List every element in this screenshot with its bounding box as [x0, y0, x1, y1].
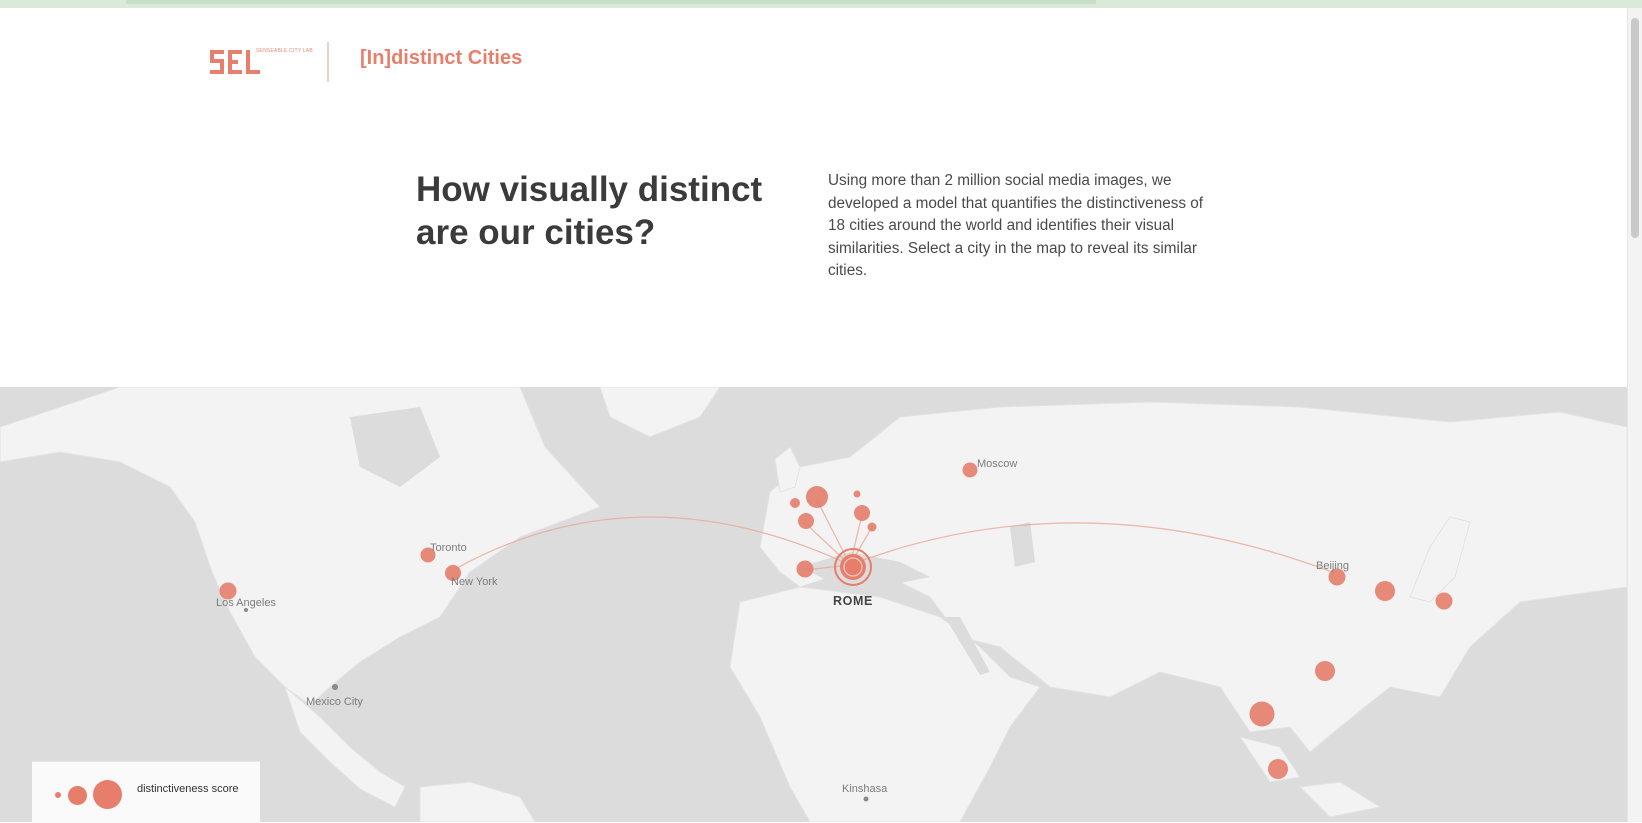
- header-divider: [327, 42, 329, 82]
- mexico-city-dot: [332, 684, 338, 690]
- logo-subtext: SENSEABLE CITY LAB: [256, 48, 313, 54]
- city-bubble-moscow[interactable]: [962, 462, 978, 478]
- kinshasa-dot: [863, 796, 869, 802]
- city-bubble-barcelona[interactable]: [796, 560, 814, 578]
- world-map[interactable]: Moscow Toronto New York Los Angeles Mexi…: [0, 387, 1627, 822]
- label-selected-city: ROME: [833, 594, 873, 608]
- page-headline: How visually distinct are our cities?: [416, 170, 763, 252]
- label-moscow: Moscow: [977, 458, 1017, 470]
- label-kinshasa: Kinshasa: [842, 783, 888, 795]
- city-bubble-seoul[interactable]: [1375, 581, 1395, 601]
- city-bubble-tokyo[interactable]: [1435, 592, 1453, 610]
- legend-dot-medium: [68, 786, 87, 805]
- legend-label: distinctiveness score: [137, 783, 239, 795]
- north-america-land: [0, 387, 601, 706]
- city-bubble-copenhagen[interactable]: [853, 490, 861, 498]
- greenland-land: [599, 387, 721, 438]
- city-bubble-vienna[interactable]: [867, 522, 877, 532]
- city-bubble-bangkok[interactable]: [1249, 701, 1275, 727]
- label-beijing: Beijing: [1316, 560, 1349, 572]
- city-bubble-berlin[interactable]: [854, 505, 870, 521]
- browser-progress-strip: [0, 0, 1642, 8]
- city-bubble-hong-kong[interactable]: [1315, 661, 1335, 681]
- label-los-angeles: Los Angeles: [216, 597, 276, 609]
- city-bubble-paris[interactable]: [798, 513, 814, 529]
- scrollbar-thumb[interactable]: [1631, 18, 1639, 238]
- legend-dot-large: [93, 780, 122, 809]
- page-scrollbar[interactable]: [1627, 8, 1642, 822]
- label-mexico-city: Mexico City: [306, 696, 363, 708]
- progress-bar: [126, 0, 1096, 4]
- south-america-land: [419, 781, 536, 822]
- city-bubble-amsterdam[interactable]: [790, 498, 800, 508]
- map-canvas: Moscow Toronto New York Los Angeles Mexi…: [0, 387, 1627, 822]
- legend-dot-small: [55, 792, 61, 798]
- city-bubble-singapore[interactable]: [1268, 759, 1288, 779]
- selected-city-rome[interactable]: [834, 548, 872, 586]
- label-new-york: New York: [451, 576, 498, 588]
- label-toronto: Toronto: [430, 542, 467, 554]
- city-bubble-london[interactable]: [806, 486, 828, 508]
- site-title[interactable]: [In]distinct Cities: [360, 47, 522, 70]
- intro-description: Using more than 2 million social media i…: [828, 172, 1204, 280]
- map-legend: distinctiveness score: [32, 761, 260, 823]
